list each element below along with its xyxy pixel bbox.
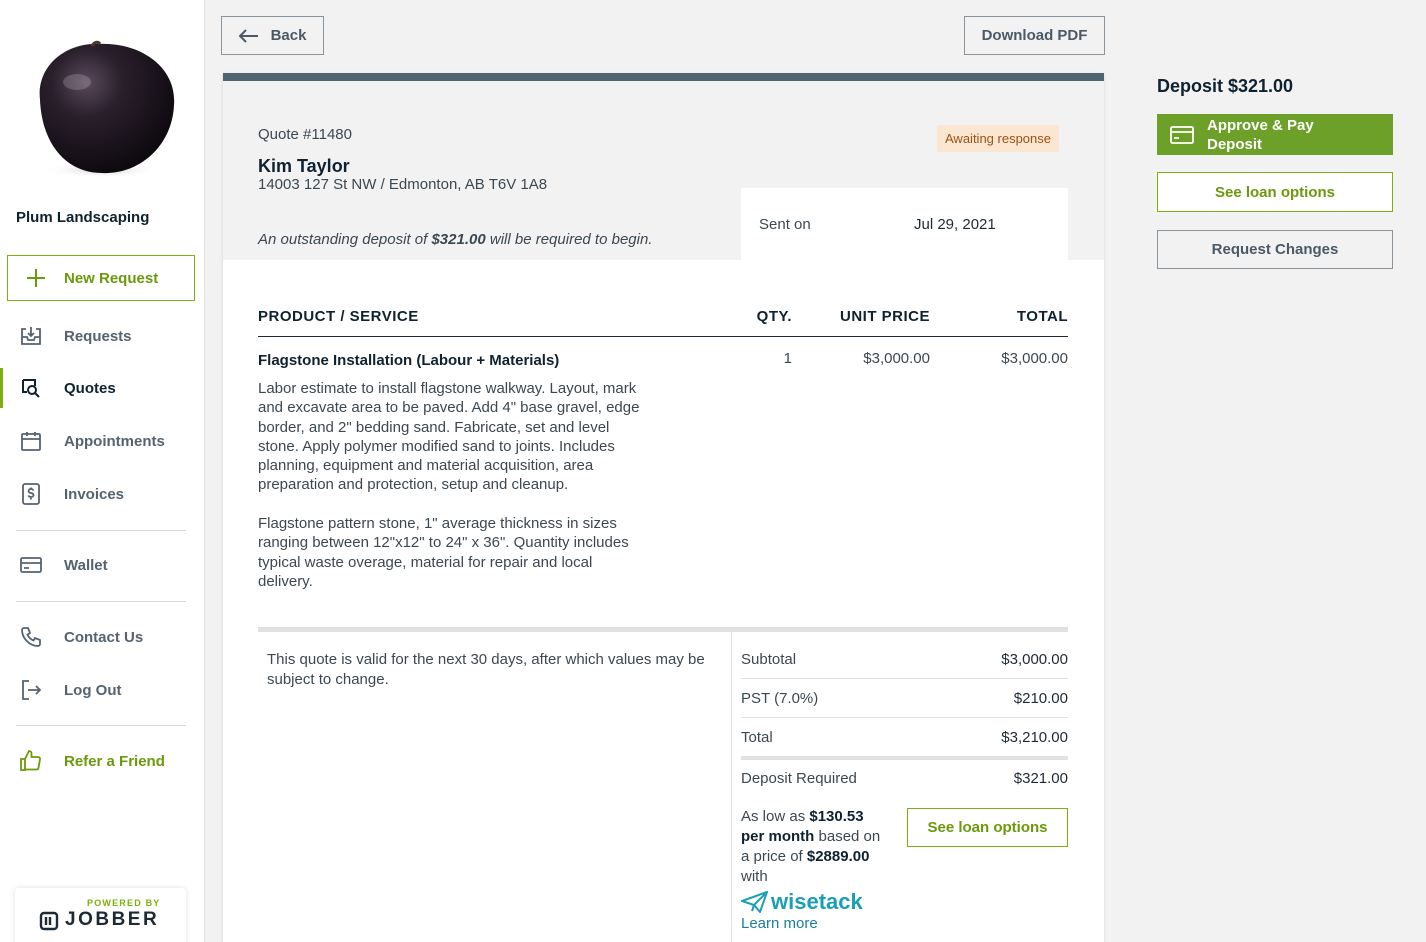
sidebar-item-label: Contact Us [64, 628, 144, 646]
see-loan-options-panel-button[interactable]: See loan options [1157, 172, 1393, 212]
paper-plane-icon [741, 891, 768, 913]
sidebar-item-appointments[interactable]: Appointments [0, 419, 204, 463]
approve-and-pay-button[interactable]: Approve & Pay Deposit [1157, 114, 1393, 155]
sent-on-date: Jul 29, 2021 [914, 216, 996, 233]
powered-by-jobber[interactable]: POWERED BY JOBBER [15, 888, 186, 942]
sidebar-item-label: Appointments [64, 432, 165, 450]
plus-icon [8, 268, 64, 288]
sidebar-item-label: Log Out [64, 681, 122, 699]
card-accent-bar [223, 73, 1104, 81]
column-header-unit-price: UNIT PRICE [839, 308, 930, 325]
summary-row-tax: PST (7.0%) $210.00 [741, 679, 1068, 718]
calendar-icon [0, 429, 64, 453]
jobber-wordmark: JOBBER [65, 909, 160, 930]
summary-row-subtotal: Subtotal $3,000.00 [741, 640, 1068, 679]
credit-card-icon [1157, 125, 1207, 144]
new-request-label: New Request [64, 269, 159, 287]
logout-icon [0, 678, 64, 702]
sidebar: Plum Landscaping New Request Requests Qu… [0, 0, 205, 942]
learn-more-link[interactable]: Learn more [741, 915, 818, 932]
divider [16, 530, 186, 531]
status-badge: Awaiting response [937, 125, 1059, 152]
line-item-name: Flagstone Installation (Labour + Materia… [258, 352, 560, 369]
client-address: 14003 127 St NW / Edmonton, AB T6V 1A8 [258, 176, 548, 193]
financing-text: As low as $130.53 per month based on a p… [741, 808, 881, 885]
line-item-description: Labor estimate to install flagstone walk… [258, 380, 640, 590]
company-logo [22, 30, 182, 180]
sidebar-item-label: Wallet [64, 556, 108, 574]
quote-search-icon [0, 376, 64, 400]
sidebar-item-label: Invoices [64, 485, 125, 503]
divider [16, 601, 186, 602]
summary-row-deposit: Deposit Required $321.00 [741, 770, 1068, 787]
column-header-total: TOTAL [1016, 308, 1068, 325]
credit-card-icon [0, 553, 64, 577]
inbox-download-icon [0, 324, 64, 348]
header-rule [258, 336, 1068, 337]
invoice-dollar-icon [0, 482, 64, 506]
column-header-product: PRODUCT / SERVICE [258, 308, 419, 325]
wisetack-logo: wisetack [741, 889, 863, 915]
divider [16, 725, 186, 726]
summary-row-total: Total $3,210.00 [741, 729, 1068, 746]
line-item-unit-price: $3,000.00 [863, 350, 930, 367]
approve-and-pay-label: Approve & Pay Deposit [1207, 116, 1314, 153]
download-pdf-label: Download PDF [981, 27, 1088, 44]
sidebar-item-requests[interactable]: Requests [0, 314, 204, 358]
client-name: Kim Taylor [258, 156, 350, 176]
jobber-logo-icon [39, 911, 59, 936]
sidebar-item-wallet[interactable]: Wallet [0, 543, 204, 587]
column-divider [731, 632, 732, 942]
see-loan-options-button[interactable]: See loan options [907, 808, 1068, 847]
line-item-total: $3,000.00 [1001, 350, 1068, 367]
sidebar-item-label: Quotes [64, 379, 116, 397]
request-changes-button[interactable]: Request Changes [1157, 230, 1393, 269]
download-pdf-button[interactable]: Download PDF [964, 16, 1105, 55]
sidebar-item-refer-a-friend[interactable]: Refer a Friend [0, 739, 204, 783]
line-item-qty: 1 [783, 350, 792, 367]
back-label: Back [270, 27, 307, 44]
sent-on-box: Sent on Jul 29, 2021 [741, 188, 1068, 260]
thumbs-up-icon [0, 749, 64, 773]
back-button[interactable]: Back [221, 16, 324, 55]
sidebar-item-quotes[interactable]: Quotes [0, 366, 204, 410]
validity-note: This quote is valid for the next 30 days… [267, 651, 705, 688]
sidebar-item-label: Refer a Friend [64, 752, 165, 770]
phone-icon [0, 625, 64, 649]
company-name: Plum Landscaping [16, 209, 150, 226]
new-request-button[interactable]: New Request [7, 255, 195, 301]
quote-number: Quote #11480 [258, 126, 352, 143]
deposit-note: An outstanding deposit of $321.00 will b… [258, 231, 653, 248]
sidebar-item-invoices[interactable]: Invoices [0, 472, 204, 516]
sidebar-item-log-out[interactable]: Log Out [0, 668, 204, 712]
section-rule [258, 627, 1068, 632]
deposit-title: Deposit $321.00 [1157, 76, 1294, 96]
quote-header: Quote #11480 Awaiting response Kim Taylo… [223, 81, 1104, 260]
sent-on-label: Sent on [759, 216, 811, 233]
quote-card: Quote #11480 Awaiting response Kim Taylo… [223, 73, 1104, 942]
sidebar-item-label: Requests [64, 327, 132, 345]
column-header-qty: QTY. [756, 308, 792, 325]
sidebar-item-contact-us[interactable]: Contact Us [0, 615, 204, 659]
wisetack-wordmark: wisetack [771, 889, 863, 914]
powered-by-label: POWERED BY [87, 898, 161, 908]
arrow-left-icon [238, 28, 259, 43]
